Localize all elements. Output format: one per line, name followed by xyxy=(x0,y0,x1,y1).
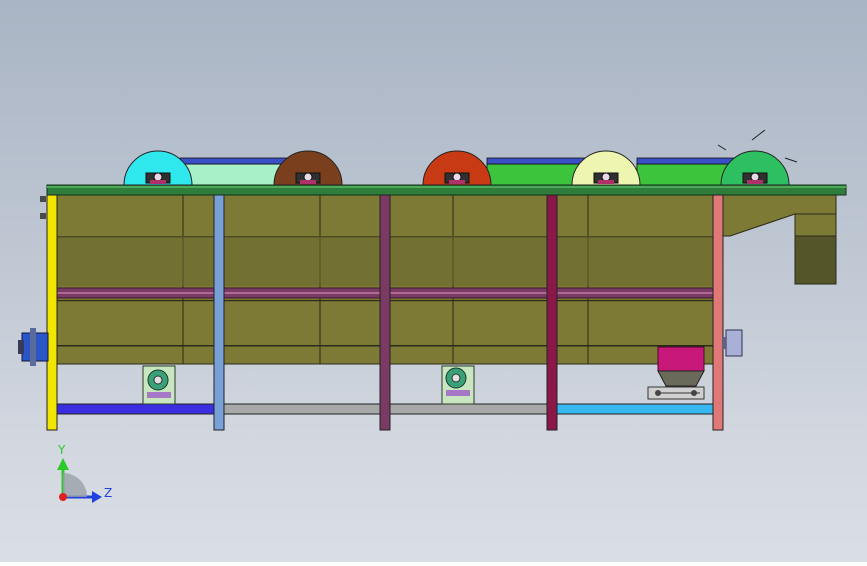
belt-top-edge xyxy=(486,157,586,165)
roller-base xyxy=(747,180,763,184)
roller-5 xyxy=(720,150,790,186)
belt-band xyxy=(636,163,736,186)
roller-base xyxy=(449,180,465,184)
base-bar-2 xyxy=(223,403,381,415)
leg-3 xyxy=(379,194,391,431)
top-plate xyxy=(46,184,847,196)
roller-1 xyxy=(123,150,193,186)
belt-top-edge xyxy=(636,157,736,165)
roller-4 xyxy=(571,150,641,186)
roller-3 xyxy=(422,150,492,186)
roller-hub xyxy=(153,172,163,182)
z-axis-label: Z xyxy=(104,486,112,500)
belt-3 xyxy=(636,157,736,186)
discharge-chute xyxy=(714,193,837,285)
roller-2 xyxy=(273,150,343,186)
base-bar-4 xyxy=(556,403,714,415)
belt-band xyxy=(486,163,586,186)
leg-4 xyxy=(546,194,558,431)
leg-1 xyxy=(46,194,58,431)
triad-origin xyxy=(59,493,67,501)
belt-1 xyxy=(179,157,291,186)
y-axis-label: Y xyxy=(57,443,66,457)
base-bar-1 xyxy=(56,403,215,415)
leg-2 xyxy=(213,194,225,431)
belt-band xyxy=(179,163,291,186)
belt-2 xyxy=(486,157,586,186)
left-end-flange xyxy=(18,196,49,366)
y-axis-arrowhead xyxy=(57,458,69,470)
bearing-support-middle xyxy=(441,365,475,405)
roller-base xyxy=(598,180,614,184)
cad-viewport[interactable]: Y Z xyxy=(0,0,867,562)
machine-model[interactable]: Y Z xyxy=(0,0,867,562)
roller-hub xyxy=(452,172,462,182)
roller-base xyxy=(150,180,166,184)
coordinate-triad[interactable]: Y Z xyxy=(57,443,112,503)
base-bar-3 xyxy=(389,403,548,415)
roller-hub xyxy=(303,172,313,182)
right-end-flange xyxy=(722,329,743,357)
bearing-support-left xyxy=(142,365,176,405)
leg-5 xyxy=(712,194,724,431)
roller-hub xyxy=(601,172,611,182)
z-axis-arrowhead xyxy=(92,491,102,503)
triad-quadrant xyxy=(63,473,87,497)
belt-top-edge xyxy=(179,157,291,165)
roller-hub xyxy=(750,172,760,182)
roller-base xyxy=(300,180,316,184)
